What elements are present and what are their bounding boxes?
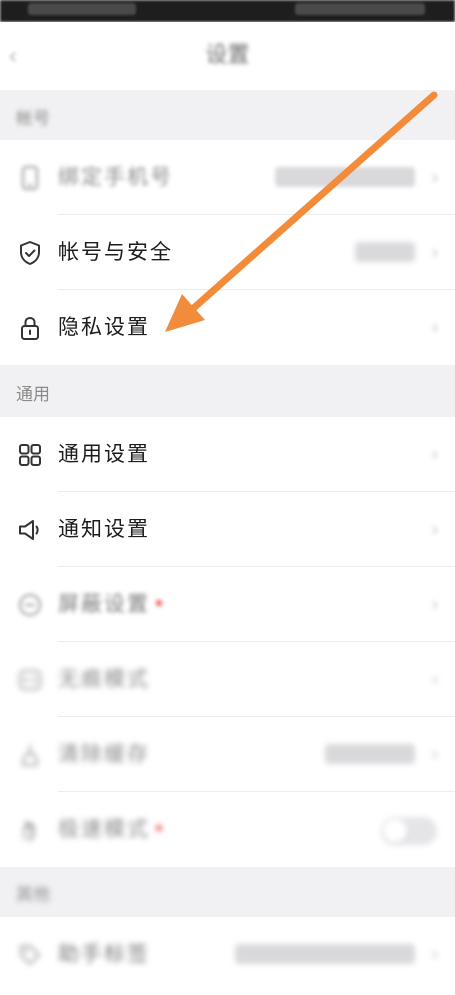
settings-row-label: 极速模式: [58, 813, 162, 845]
chevron-right-icon: ›: [431, 592, 439, 616]
chevron-right-icon: ›: [431, 442, 439, 466]
settings-row-fast-mode[interactable]: 极速模式: [0, 792, 455, 867]
block-icon: [16, 591, 44, 619]
settings-row-value: [325, 744, 415, 764]
tag-icon: [16, 941, 44, 969]
chevron-right-icon: ›: [431, 315, 439, 339]
phone-icon: [16, 164, 44, 192]
settings-row-notification[interactable]: 通知设置 ›: [0, 492, 455, 567]
chevron-right-icon: ›: [431, 165, 439, 189]
settings-row-bind-phone[interactable]: 绑定手机号 ›: [0, 140, 455, 215]
settings-row-block[interactable]: 屏蔽设置 ›: [0, 567, 455, 642]
status-bar: [0, 0, 455, 22]
chevron-right-icon: ›: [431, 240, 439, 264]
red-dot-badge: [156, 825, 162, 831]
settings-row-label: 帐号与安全: [58, 240, 173, 264]
general-group: 通用设置 › 通知设置 › 屏蔽设置 › 无痕模式 › 清除缓存 › 极速模式: [0, 417, 455, 867]
status-bar-right-info: [295, 3, 425, 15]
other-group: 助手标签 ›: [0, 917, 455, 995]
settings-row-label: 隐私设置: [58, 315, 150, 339]
settings-row-label: 通用设置: [58, 442, 150, 466]
settings-row-privacy[interactable]: 隐私设置 ›: [0, 290, 455, 365]
account-group: 绑定手机号 › 帐号与安全 › 隐私设置 ›: [0, 140, 455, 365]
grid-icon: [16, 441, 44, 469]
settings-row-label: 无痕模式: [58, 667, 150, 691]
nav-bar: ‹ 设置: [0, 22, 455, 90]
settings-row-value: [355, 242, 415, 262]
settings-row-label: 助手标签: [58, 942, 150, 966]
settings-row-label: 屏蔽设置: [58, 588, 162, 620]
speaker-icon: [16, 516, 44, 544]
page-title: 设置: [205, 43, 250, 68]
settings-row-value: [275, 167, 415, 187]
settings-row-assistant-tag[interactable]: 助手标签 ›: [0, 917, 455, 992]
settings-row-account-security[interactable]: 帐号与安全 ›: [0, 215, 455, 290]
settings-row-clear-cache[interactable]: 清除缓存 ›: [0, 717, 455, 792]
section-label-general: 通用: [16, 385, 50, 405]
section-label-other: 其他: [16, 885, 50, 905]
settings-row-label: 绑定手机号: [58, 165, 173, 189]
settings-row-value: [235, 944, 415, 964]
section-label-account: 帐号: [16, 109, 50, 129]
settings-row-general[interactable]: 通用设置 ›: [0, 417, 455, 492]
chevron-right-icon: ›: [431, 742, 439, 766]
chevron-right-icon: ›: [431, 942, 439, 966]
chevron-right-icon: ›: [431, 517, 439, 541]
section-header-general: 通用: [0, 365, 455, 417]
status-bar-left-info: [28, 3, 136, 15]
broom-icon: [16, 741, 44, 769]
red-dot-badge: [156, 600, 162, 606]
fast-mode-toggle[interactable]: [381, 817, 437, 845]
settings-row-label: 清除缓存: [58, 742, 150, 766]
hand-icon: [16, 816, 44, 844]
shield-icon: [16, 239, 44, 267]
settings-row-incognito[interactable]: 无痕模式 ›: [0, 642, 455, 717]
chevron-right-icon: ›: [431, 667, 439, 691]
lock-icon: [16, 314, 44, 342]
incognito-icon: [16, 666, 44, 694]
toggle-knob: [383, 819, 407, 843]
section-header-other: 其他: [0, 867, 455, 917]
section-header-account: 帐号: [0, 90, 455, 140]
settings-row-label: 通知设置: [58, 517, 150, 541]
